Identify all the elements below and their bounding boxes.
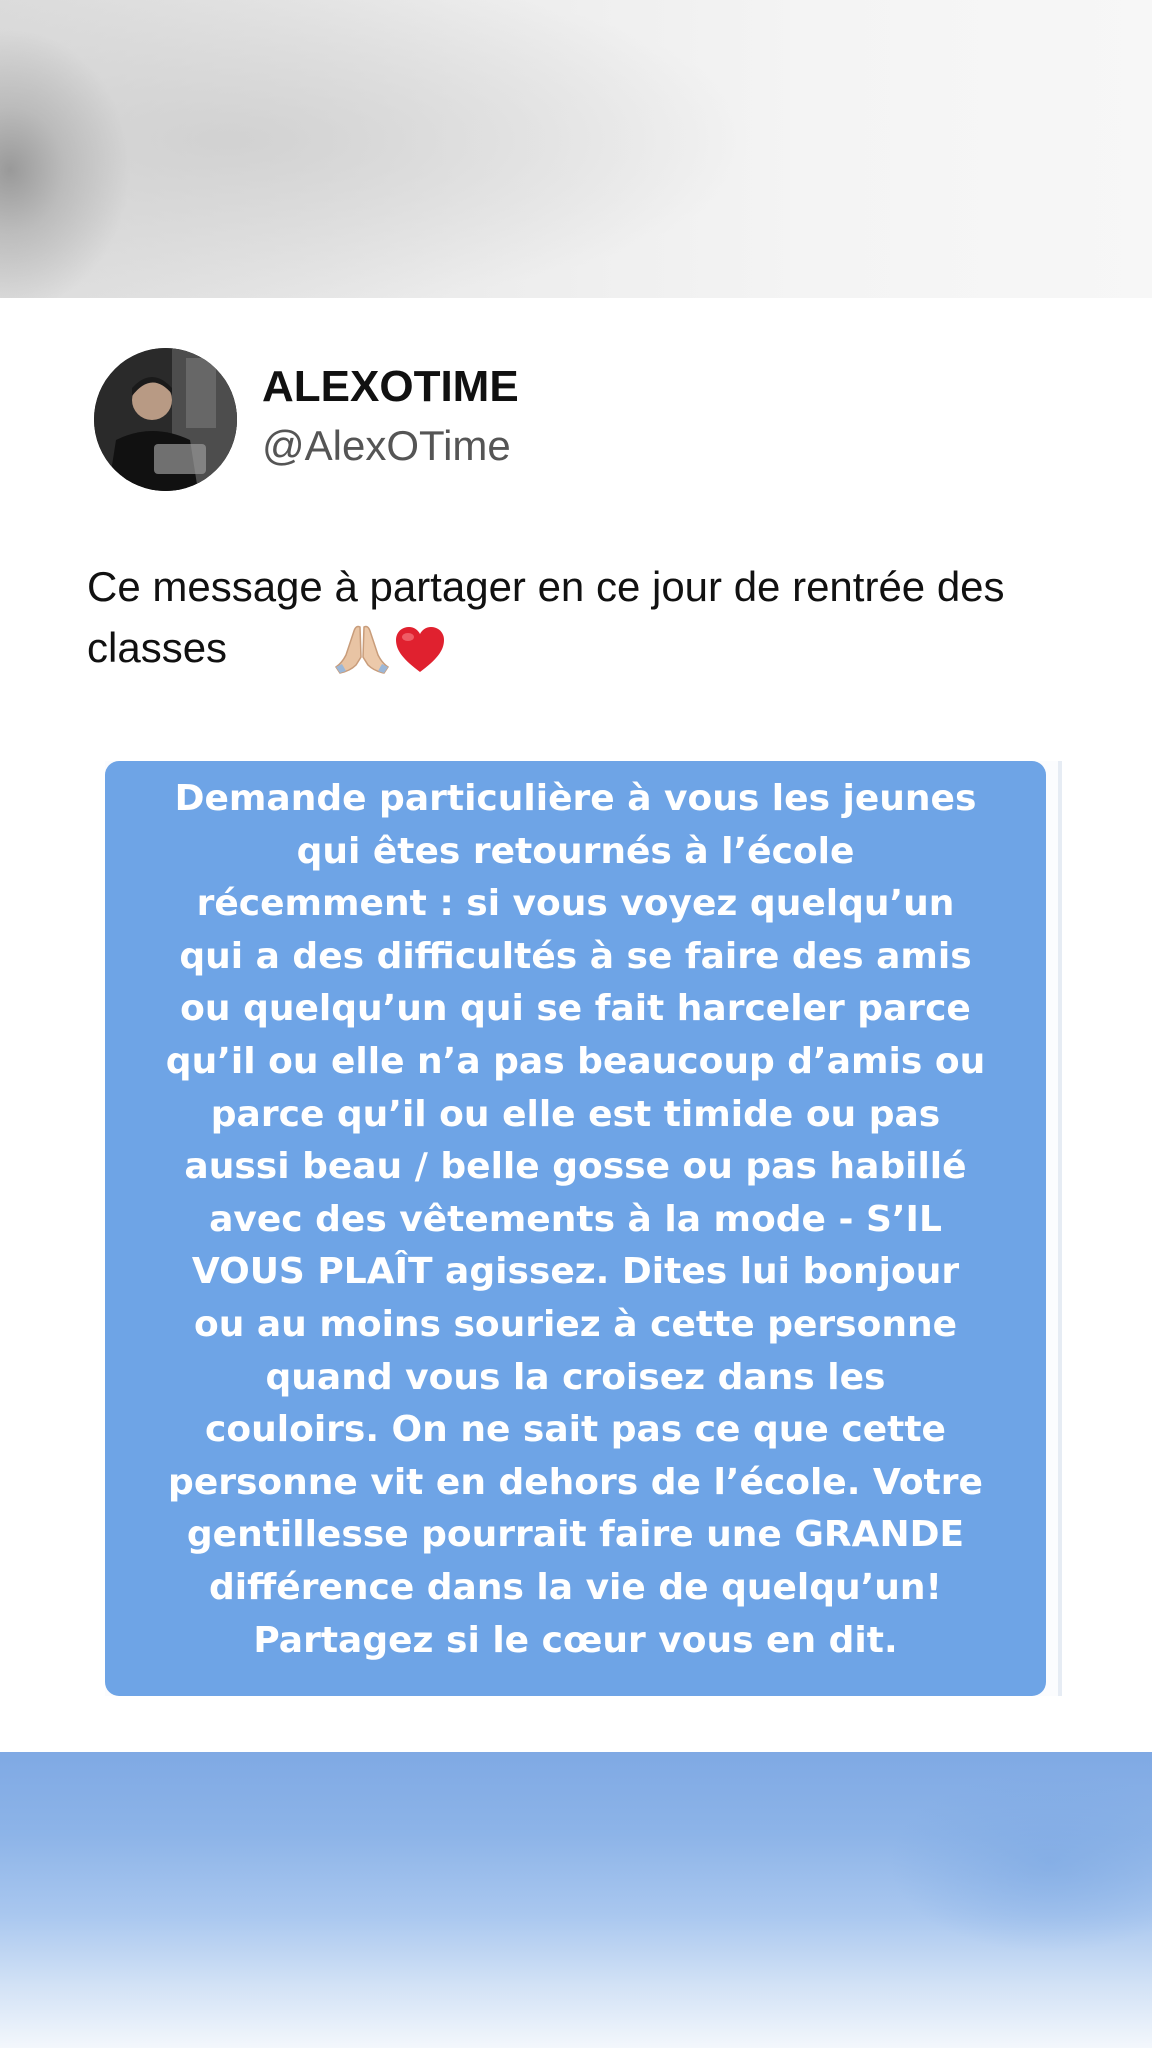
story-message-text: Demande particulière à vous les jeunes q… [135, 773, 1016, 1667]
blurred-background-top [0, 0, 1152, 298]
story-line: avec des vêtements à la mode - S’IL [209, 1198, 942, 1240]
story-line: ou quelqu’un qui se fait harceler parce [180, 988, 971, 1030]
story-line: VOUS PLAÎT agissez. Dites lui bonjour [191, 1251, 960, 1293]
tweet-card: ALEXOTIME @AlexOTime Ce message à partag… [0, 298, 1152, 1752]
story-line: personne vit en dehors de l’école. Votre [168, 1461, 983, 1503]
story-line: couloirs. On ne sait pas ce que cette [205, 1409, 946, 1451]
story-line: ou au moins souriez à cette personne [193, 1303, 958, 1345]
blurred-background-bottom [0, 1752, 1152, 2048]
story-line: Partagez si le cœur vous en dit. [253, 1619, 898, 1661]
story-line: récemment : si vous voyez quelqu’un [196, 883, 955, 925]
story-line: quand vous la croisez dans les [265, 1356, 886, 1398]
story-line: gentillesse pourrait faire une GRANDE [186, 1514, 965, 1556]
avatar[interactable] [94, 348, 237, 491]
story-line: qui a des difficultés à se faire des ami… [179, 935, 972, 977]
story-line: parce qu’il ou elle est timide ou pas [210, 1093, 941, 1135]
folded-hands-icon [334, 621, 390, 675]
display-name[interactable]: ALEXOTIME [262, 362, 519, 412]
tweet-text: Ce message à partager en ce jour de rent… [87, 563, 1005, 671]
story-message-box: Demande particulière à vous les jeunes q… [105, 761, 1046, 1696]
story-line: Demande particulière à vous les jeunes [174, 778, 977, 819]
story-line: aussi beau / belle gosse ou pas habillé [184, 1146, 967, 1188]
user-handle[interactable]: @AlexOTime [262, 422, 511, 470]
story-line: qui êtes retournés à l’école [296, 830, 855, 872]
story-line: différence dans la vie de quelqu’un! [209, 1566, 942, 1608]
tweet-image[interactable]: Demande particulière à vous les jeunes q… [105, 761, 1062, 1696]
story-line: qu’il ou elle n’a pas beaucoup d’amis ou [165, 1040, 986, 1082]
red-heart-icon [394, 625, 446, 675]
